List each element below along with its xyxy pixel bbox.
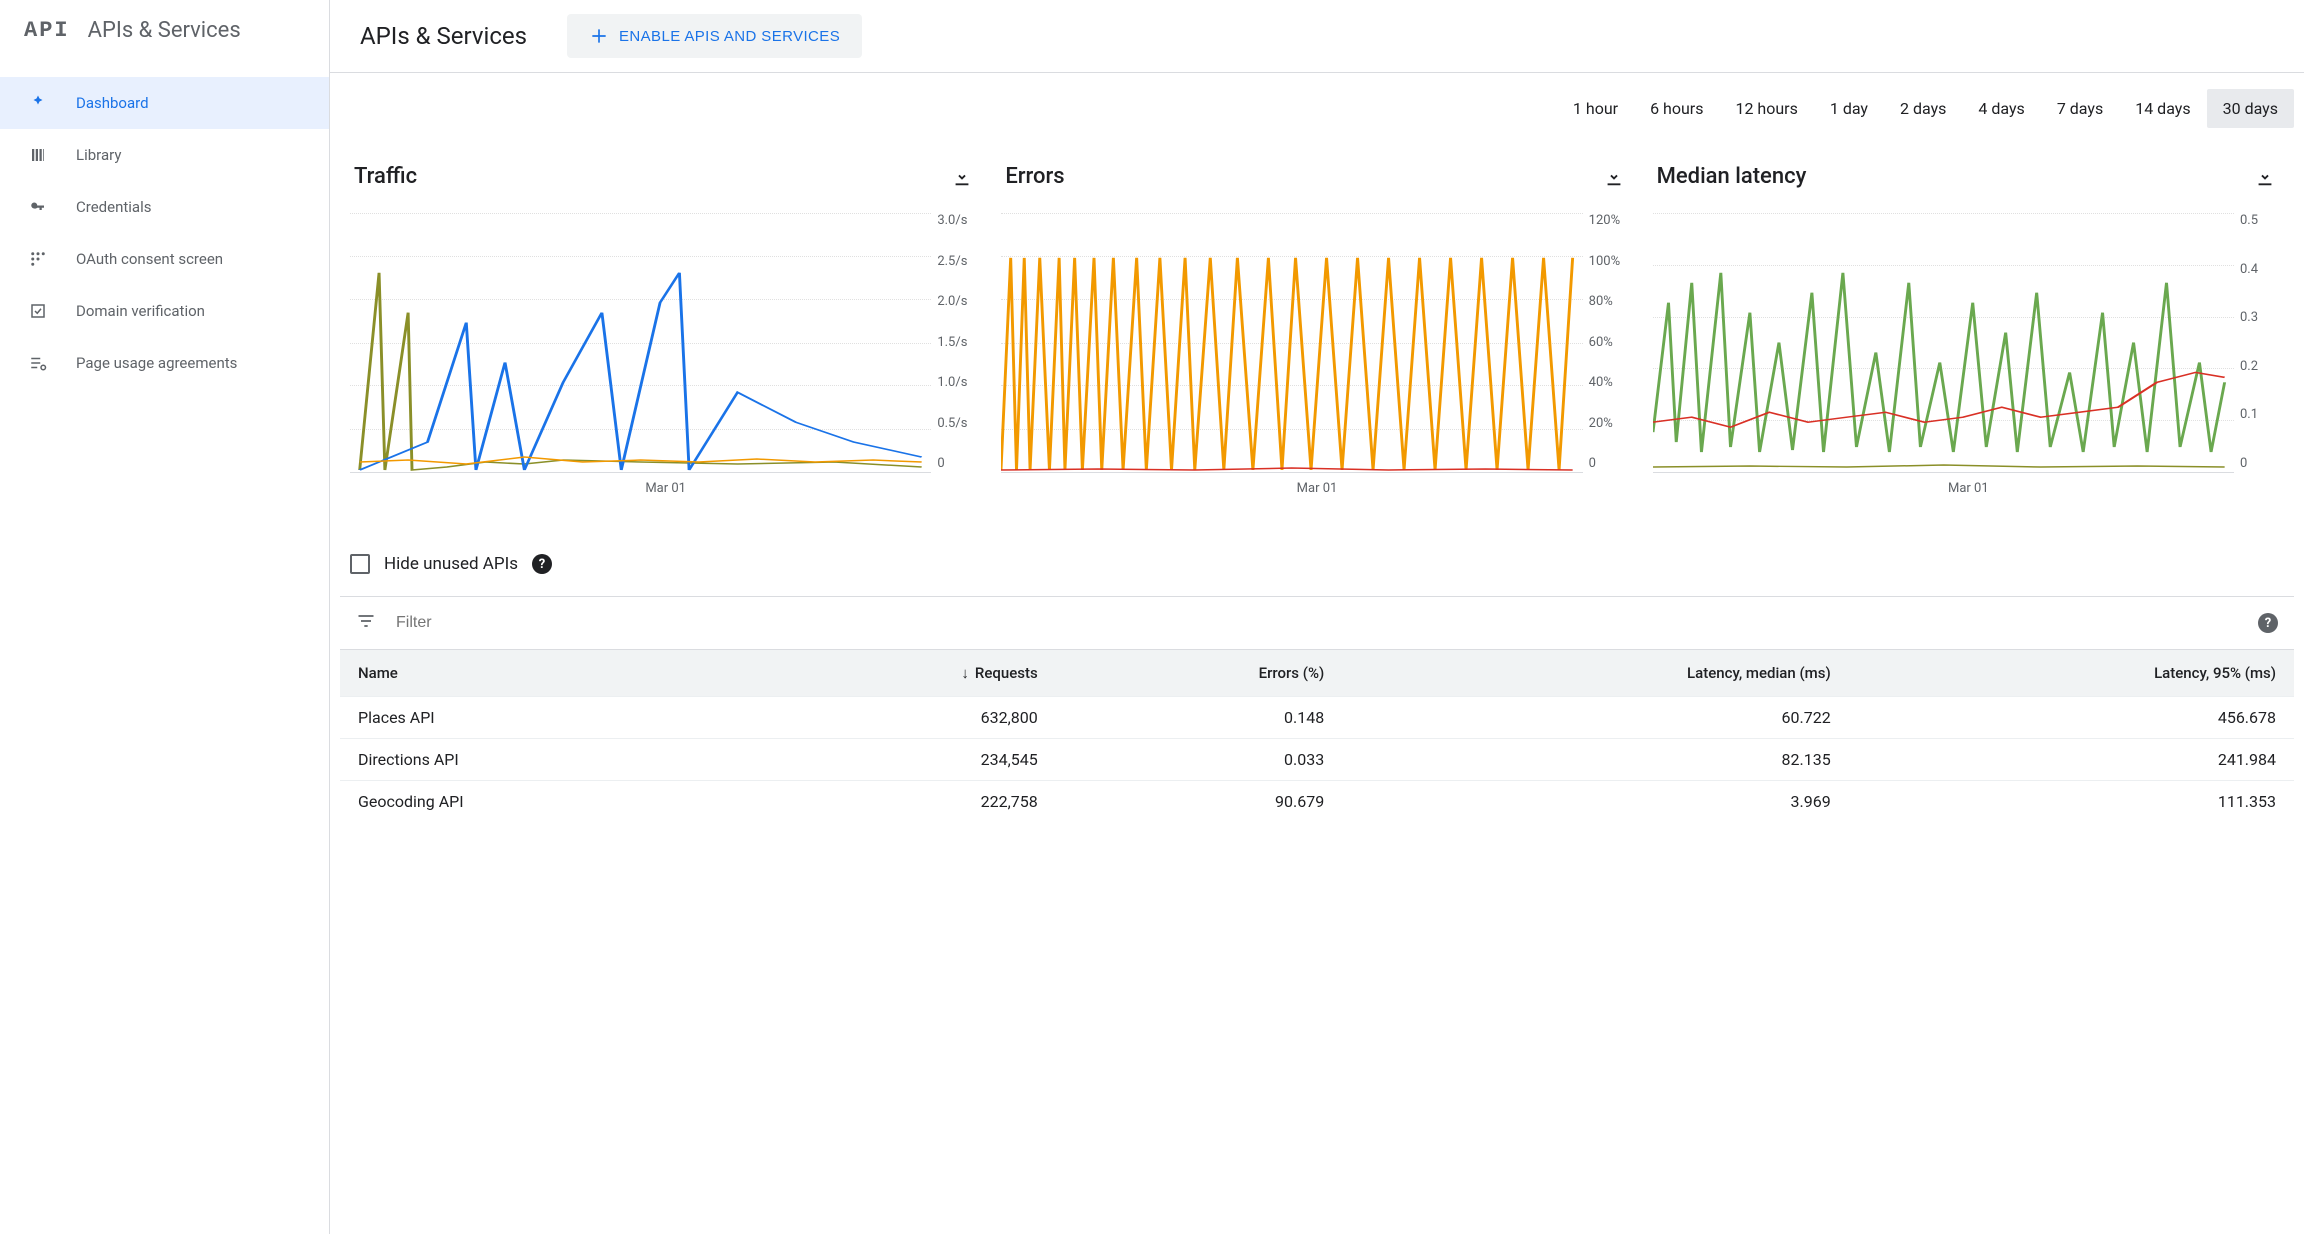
sidebar-item-oauth[interactable]: OAuth consent screen <box>0 233 329 285</box>
chart-plot[interactable] <box>1001 213 1582 473</box>
sidebar-item-agreements[interactable]: Page usage agreements <box>0 337 329 389</box>
time-opt-6h[interactable]: 6 hours <box>1634 89 1719 128</box>
time-opt-1d[interactable]: 1 day <box>1814 89 1884 128</box>
sidebar-item-label: Library <box>76 146 121 164</box>
hide-unused-checkbox[interactable] <box>350 554 370 574</box>
chart-x-label: Mar 01 <box>350 473 981 496</box>
cell-p95: 456.678 <box>1849 697 2294 739</box>
time-opt-12h[interactable]: 12 hours <box>1719 89 1813 128</box>
sidebar-header: API APIs & Services <box>0 0 329 65</box>
charts-row: Traffic <box>330 134 2304 506</box>
chart-y-axis: 0.5 0.4 0.3 0.2 0.1 0 <box>2234 213 2284 473</box>
col-name[interactable]: Name <box>340 650 739 697</box>
sidebar-item-label: Credentials <box>76 198 151 216</box>
check-icon <box>28 301 48 321</box>
chart-latency: Median latency <box>1653 164 2284 496</box>
time-range-selector: 1 hour 6 hours 12 hours 1 day 2 days 4 d… <box>330 73 2304 134</box>
cell-requests: 222,758 <box>739 781 1056 823</box>
cell-requests: 234,545 <box>739 739 1056 781</box>
chart-traffic: Traffic <box>350 164 981 496</box>
library-icon <box>28 145 48 165</box>
sidebar-item-label: Dashboard <box>76 94 149 112</box>
chart-plot[interactable] <box>1653 213 2234 473</box>
help-icon[interactable]: ? <box>532 554 552 574</box>
chart-title: Traffic <box>354 164 417 189</box>
dashboard-icon <box>28 93 48 113</box>
main-header: APIs & Services ENABLE APIS AND SERVICES <box>330 0 2304 73</box>
app-logo: API <box>24 18 70 43</box>
sidebar-item-domain[interactable]: Domain verification <box>0 285 329 337</box>
sidebar-item-credentials[interactable]: Credentials <box>0 181 329 233</box>
consent-icon <box>28 249 48 269</box>
sidebar-item-label: OAuth consent screen <box>76 250 223 268</box>
sidebar-title: APIs & Services <box>88 18 241 43</box>
cell-errors: 0.148 <box>1056 697 1343 739</box>
cell-errors: 90.679 <box>1056 781 1343 823</box>
time-opt-4d[interactable]: 4 days <box>1962 89 2040 128</box>
cell-name: Geocoding API <box>340 781 739 823</box>
col-latency-median[interactable]: Latency, median (ms) <box>1342 650 1848 697</box>
cell-name: Directions API <box>340 739 739 781</box>
main-content: APIs & Services ENABLE APIS AND SERVICES… <box>330 0 2304 1234</box>
sidebar-item-dashboard[interactable]: Dashboard <box>0 77 329 129</box>
download-icon[interactable] <box>951 166 973 188</box>
chart-plot[interactable] <box>350 213 931 473</box>
table-row[interactable]: Geocoding API 222,758 90.679 3.969 111.3… <box>340 781 2294 823</box>
col-latency-p95[interactable]: Latency, 95% (ms) <box>1849 650 2294 697</box>
chart-errors: Errors <box>1001 164 1632 496</box>
chart-y-axis: 120% 100% 80% 60% 40% 20% 0 <box>1583 213 1633 473</box>
chart-x-label: Mar 01 <box>1653 473 2284 496</box>
time-opt-2d[interactable]: 2 days <box>1884 89 1962 128</box>
cell-requests: 632,800 <box>739 697 1056 739</box>
cell-p95: 241.984 <box>1849 739 2294 781</box>
chart-title: Median latency <box>1657 164 1807 189</box>
key-icon <box>28 197 48 217</box>
sidebar-item-library[interactable]: Library <box>0 129 329 181</box>
hide-unused-row: Hide unused APIs ? <box>340 506 2294 596</box>
sort-desc-icon: ↓ <box>961 664 969 682</box>
chart-y-axis: 3.0/s 2.5/s 2.0/s 1.5/s 1.0/s 0.5/s 0 <box>931 213 981 473</box>
cell-median: 60.722 <box>1342 697 1848 739</box>
chart-title: Errors <box>1005 164 1064 189</box>
time-opt-1h[interactable]: 1 hour <box>1557 89 1634 128</box>
sidebar-item-label: Page usage agreements <box>76 354 237 372</box>
cell-errors: 0.033 <box>1056 739 1343 781</box>
hide-unused-label: Hide unused APIs <box>384 554 518 574</box>
cell-median: 3.969 <box>1342 781 1848 823</box>
sidebar-item-label: Domain verification <box>76 302 205 320</box>
cell-median: 82.135 <box>1342 739 1848 781</box>
filter-input[interactable] <box>396 614 2238 632</box>
chart-x-label: Mar 01 <box>1001 473 1632 496</box>
time-opt-14d[interactable]: 14 days <box>2119 89 2206 128</box>
download-icon[interactable] <box>1603 166 1625 188</box>
help-icon[interactable]: ? <box>2258 613 2278 633</box>
table-row[interactable]: Places API 632,800 0.148 60.722 456.678 <box>340 697 2294 739</box>
settings-list-icon <box>28 353 48 373</box>
filter-row: ? <box>340 596 2294 649</box>
download-icon[interactable] <box>2254 166 2276 188</box>
plus-icon <box>589 26 609 46</box>
enable-apis-button[interactable]: ENABLE APIS AND SERVICES <box>567 14 862 58</box>
time-opt-7d[interactable]: 7 days <box>2041 89 2119 128</box>
table-row[interactable]: Directions API 234,545 0.033 82.135 241.… <box>340 739 2294 781</box>
cell-p95: 111.353 <box>1849 781 2294 823</box>
col-requests[interactable]: ↓Requests <box>739 650 1056 697</box>
time-opt-30d[interactable]: 30 days <box>2207 89 2294 128</box>
col-errors[interactable]: Errors (%) <box>1056 650 1343 697</box>
api-table: Name ↓Requests Errors (%) Latency, media… <box>340 649 2294 822</box>
enable-apis-label: ENABLE APIS AND SERVICES <box>619 28 840 45</box>
sidebar-nav: Dashboard Library Credentials OAuth cons… <box>0 65 329 389</box>
filter-icon <box>356 611 376 635</box>
page-title: APIs & Services <box>360 22 527 50</box>
cell-name: Places API <box>340 697 739 739</box>
sidebar: API APIs & Services Dashboard Library <box>0 0 330 1234</box>
